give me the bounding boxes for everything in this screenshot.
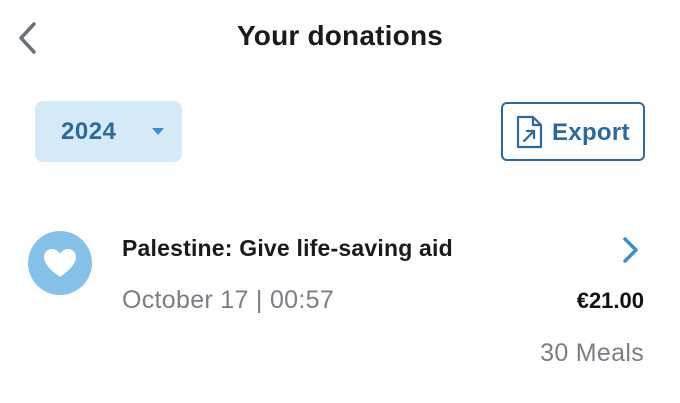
caret-down-icon: [152, 128, 164, 135]
donation-date: October 17 | 00:57: [122, 286, 335, 314]
donation-title: Palestine: Give life-saving aid: [122, 235, 453, 261]
year-select[interactable]: 2024: [35, 101, 182, 162]
year-value: 2024: [61, 118, 117, 145]
chevron-right-icon[interactable]: [618, 235, 642, 265]
heart-icon: [44, 249, 76, 277]
export-label: Export: [552, 119, 630, 146]
header: Your donations: [0, 0, 680, 76]
donation-meals: 30 Meals: [540, 339, 644, 367]
donation-avatar: [28, 231, 92, 295]
donation-list-item[interactable]: Palestine: Give life-saving aid October …: [0, 215, 680, 385]
document-export-icon: [516, 115, 543, 149]
page-title: Your donations: [236, 20, 444, 51]
export-button[interactable]: Export: [501, 102, 645, 161]
donation-amount: €21.00: [576, 288, 644, 313]
